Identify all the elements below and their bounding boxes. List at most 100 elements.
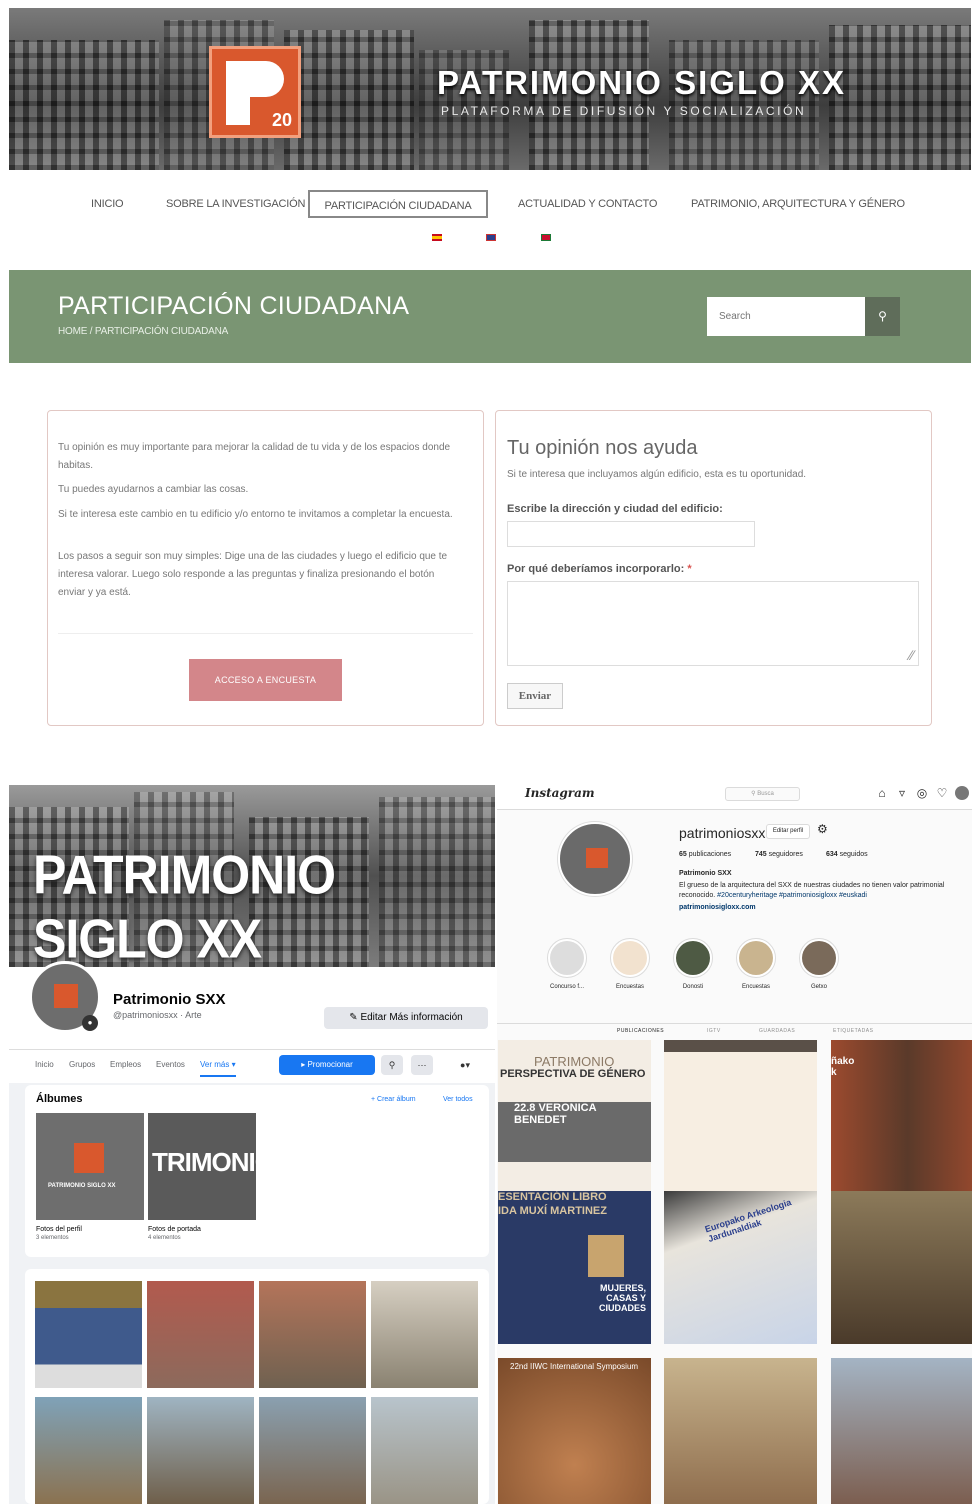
nav-participacion-ciudadana[interactable]: PARTICIPACIÓN CIUDADANA: [308, 190, 488, 218]
photo-thumbnail[interactable]: [147, 1281, 254, 1388]
p20-logo[interactable]: 20: [209, 46, 301, 138]
instagram-post[interactable]: ESENTACIÓN LIBRO IDA MUXÍ MARTINEZ MUJER…: [498, 1191, 651, 1344]
post-title: 22nd IIWC International Symposium: [510, 1362, 639, 1371]
photo-thumbnail[interactable]: [259, 1281, 366, 1388]
post-subtitle: IDA MUXÍ MARTINEZ: [498, 1205, 607, 1217]
nav-sobre-la-investigacion[interactable]: SOBRE LA INVESTIGACIÓN: [158, 190, 313, 218]
es-flag-icon[interactable]: [432, 234, 442, 241]
instagram-post[interactable]: Europako Arkeologia Jardunaldiak: [664, 1191, 817, 1344]
album-name[interactable]: Fotos del perfil: [36, 1226, 82, 1233]
camera-icon[interactable]: ●: [82, 1015, 98, 1031]
divider: [58, 633, 473, 634]
highlight-donosti[interactable]: [673, 938, 713, 978]
facebook-screenshot: PATRIMONIO SIGLO XX ● Patrimonio SXX @pa…: [9, 785, 495, 1504]
album-cover-photos[interactable]: TRIMONIO: [148, 1113, 256, 1220]
home-icon[interactable]: ⌂: [875, 786, 889, 800]
tab-igtv[interactable]: IGTV: [707, 1028, 721, 1034]
fb-search-icon[interactable]: ⚲: [381, 1055, 403, 1075]
search-input[interactable]: [707, 297, 865, 336]
megaphone-icon: ▸: [301, 1060, 306, 1069]
suggestion-form-card: Tu opinión nos ayuda Si te interesa que …: [495, 410, 932, 726]
promote-button[interactable]: ▸ Promocionar: [279, 1055, 375, 1075]
tab-guardadas[interactable]: GUARDADAS: [759, 1028, 795, 1034]
highlight-label: Donosti: [682, 984, 704, 990]
facebook-handle: @patrimoniosxx · Arte: [113, 1010, 202, 1020]
tab-publicaciones[interactable]: PUBLICACIONES: [617, 1028, 664, 1034]
highlight-encuestas[interactable]: [610, 938, 650, 978]
instagram-screenshot: Instagram ⚲ Busca ⌂ ▿ ◎ ♡ patrimoniosxx …: [497, 778, 972, 1504]
highlight-label: Encuestas: [741, 984, 771, 990]
photo-thumbnail[interactable]: [259, 1397, 366, 1504]
instagram-post[interactable]: ñako k: [831, 1040, 972, 1193]
instagram-post[interactable]: PATRIMONIO PERSPECTIVA DE GÉNERO 22.8 VE…: [498, 1040, 651, 1193]
create-album-link[interactable]: + Crear álbum: [371, 1096, 416, 1103]
fb-tab-empleos[interactable]: Empleos: [110, 1060, 141, 1069]
album-logo-text: PATRIMONIO SIGLO XX: [48, 1183, 116, 1189]
highlight-label: Encuestas: [615, 984, 645, 990]
post-caption: MUJERES, CASAS Y CIUDADES: [598, 1283, 646, 1313]
highlight-getxo[interactable]: [799, 938, 839, 978]
album-name[interactable]: Fotos de portada: [148, 1226, 201, 1233]
address-field[interactable]: [507, 521, 755, 547]
album-profile-photos[interactable]: PATRIMONIO SIGLO XX: [36, 1113, 144, 1220]
fb-tab-inicio[interactable]: Inicio: [35, 1060, 54, 1069]
hero-banner: 20 PATRIMONIO SIGLO XX PLATAFORMA DE DIF…: [9, 8, 971, 170]
posts-count: 65 publicaciones: [679, 851, 732, 858]
heart-icon[interactable]: ♡: [935, 786, 949, 800]
site-title: PATRIMONIO SIGLO XX: [437, 64, 846, 101]
highlight-encuestas-2[interactable]: [736, 938, 776, 978]
cover-title: PATRIMONIO SIGLO XX: [33, 844, 336, 967]
post-caption: 22.8 VERONICA BENEDET: [514, 1102, 597, 1126]
edit-profile-button[interactable]: Editar perfil: [766, 824, 810, 839]
edit-info-button[interactable]: ✎ Editar Más información: [324, 1007, 488, 1029]
fb-tab-ver-mas[interactable]: Ver más ▾: [200, 1060, 236, 1077]
gear-icon[interactable]: ⚙: [817, 822, 828, 836]
nav-patrimonio-arquitectura-genero[interactable]: PATRIMONIO, ARQUITECTURA Y GÉNERO: [683, 190, 913, 218]
album-cover-text: TRIMONIO: [152, 1147, 256, 1177]
album-count: 4 elementos: [148, 1235, 181, 1241]
bio-hashtags[interactable]: #20centuryheritage #patrimoniosigloxx #e…: [717, 892, 867, 899]
more-options-icon[interactable]: ⋯: [411, 1055, 433, 1075]
bio-website-link[interactable]: patrimoniosigloxx.com: [679, 904, 756, 911]
survey-access-button[interactable]: ACCESO A ENCUESTA: [189, 659, 342, 701]
nav-actualidad-y-contacto[interactable]: ACTUALIDAD Y CONTACTO: [510, 190, 665, 218]
fb-tab-eventos[interactable]: Eventos: [156, 1060, 185, 1069]
instagram-post[interactable]: [664, 1040, 817, 1193]
instagram-post[interactable]: [831, 1191, 972, 1344]
search-button[interactable]: ⚲: [865, 297, 900, 336]
resize-grip-icon[interactable]: ∕∕: [909, 647, 914, 663]
explore-icon[interactable]: ◎: [915, 786, 929, 800]
reason-textarea[interactable]: ∕∕: [507, 581, 919, 666]
uk-flag-icon[interactable]: [486, 234, 496, 241]
highlight-concurso[interactable]: [547, 938, 587, 978]
submit-button[interactable]: Enviar: [507, 683, 563, 709]
followers-count[interactable]: 745 seguidores: [755, 851, 803, 858]
intro-paragraph-1: Tu opinión es muy importante para mejora…: [58, 442, 451, 471]
instagram-logo[interactable]: Instagram: [525, 786, 595, 800]
photo-thumbnail[interactable]: [371, 1281, 478, 1388]
photo-thumbnail[interactable]: [35, 1281, 142, 1388]
nav-inicio[interactable]: INICIO: [83, 190, 131, 218]
instagram-search-input[interactable]: ⚲ Busca: [725, 787, 800, 801]
form-subtitle: Si te interesa que incluyamos algún edif…: [507, 469, 807, 480]
profile-switch-icon[interactable]: ●▾: [449, 1055, 481, 1075]
following-count[interactable]: 634 seguidos: [826, 851, 868, 858]
direct-icon[interactable]: ▿: [895, 786, 909, 800]
tab-etiquetadas[interactable]: ETIQUETADAS: [833, 1028, 873, 1034]
instagram-post[interactable]: [831, 1358, 972, 1504]
photo-thumbnail[interactable]: [147, 1397, 254, 1504]
eu-flag-icon[interactable]: [541, 234, 551, 241]
photo-thumbnail[interactable]: [371, 1397, 478, 1504]
facebook-cover: PATRIMONIO SIGLO XX: [9, 785, 495, 967]
instagram-avatar[interactable]: [558, 822, 632, 896]
instagram-post[interactable]: [664, 1358, 817, 1504]
logo-number: 20: [271, 110, 292, 130]
see-all-link[interactable]: Ver todos: [443, 1096, 473, 1103]
profile-icon[interactable]: [955, 786, 969, 800]
instagram-post[interactable]: 22nd IIWC International Symposium: [498, 1358, 651, 1504]
fb-tab-grupos[interactable]: Grupos: [69, 1060, 95, 1069]
intro-paragraph-3: Si te interesa este cambio en tu edifici…: [58, 509, 453, 520]
intro-paragraph-4: Los pasos a seguir son muy simples: Dige…: [58, 551, 448, 598]
breadcrumb[interactable]: HOME / PARTICIPACIÓN CIUDADANA: [58, 326, 228, 337]
photo-thumbnail[interactable]: [35, 1397, 142, 1504]
